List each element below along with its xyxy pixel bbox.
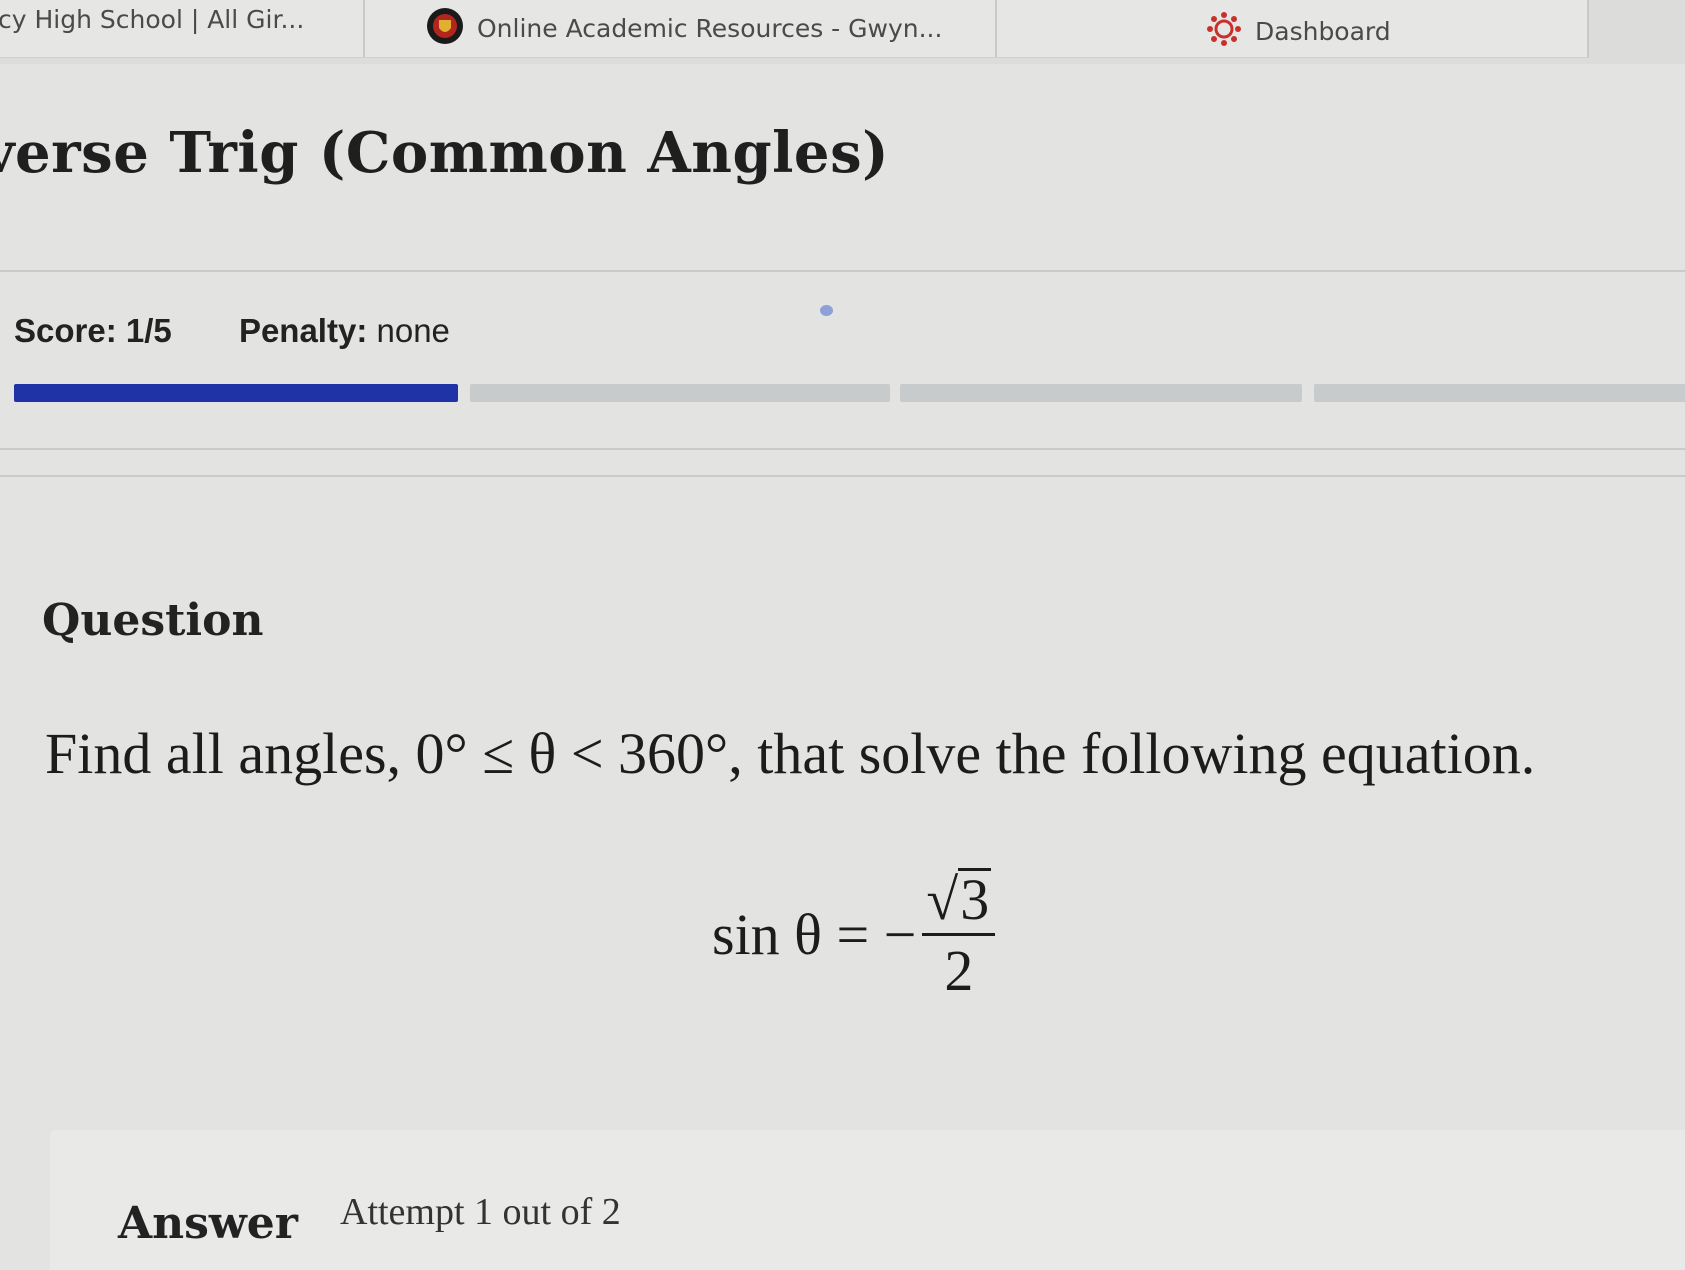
penalty: Penalty: none: [239, 312, 450, 349]
score-value: 1/5: [125, 312, 172, 349]
answer-label: Answer: [118, 1198, 298, 1249]
score-label: Score:: [14, 312, 117, 349]
bookmark-academic-resources[interactable]: Online Academic Resources - Gwyn...: [365, 0, 997, 58]
divider: [0, 270, 1685, 272]
progress-segment[interactable]: [14, 384, 458, 402]
equation-numerator: √ 3: [922, 867, 996, 936]
question-heading: Question: [42, 595, 264, 646]
canvas-icon: [1205, 10, 1243, 54]
bookmark-dashboard[interactable]: Dashboard: [997, 0, 1589, 58]
bookmark-school-label: cy High School | All Gir...: [0, 5, 305, 34]
penalty-value: none: [376, 312, 450, 349]
equation-lhs: sin θ = −: [712, 901, 917, 967]
equation-fraction: √ 3 2: [922, 867, 996, 1003]
bookmark-school[interactable]: cy High School | All Gir...: [0, 0, 365, 58]
question-prompt: Find all angles, 0° ≤ θ < 360°, that sol…: [45, 721, 1536, 786]
radicand: 3: [958, 867, 992, 932]
bookmark-academic-resources-label: Online Academic Resources - Gwyn...: [477, 14, 943, 43]
bookmark-dashboard-label: Dashboard: [1255, 17, 1391, 46]
crest-icon: [425, 6, 465, 52]
score-row: Score: 1/5 Penalty: none: [14, 312, 450, 350]
penalty-label: Penalty:: [238, 312, 368, 349]
attempt-counter: Attempt 1 out of 2: [340, 1191, 621, 1233]
equation: sin θ = − √ 3 2: [712, 867, 996, 1003]
divider: [0, 475, 1685, 477]
bookmarks-bar: cy High School | All Gir... Online Acade…: [0, 0, 1685, 64]
indicator-dot: [820, 305, 833, 316]
divider: [0, 448, 1685, 450]
progress-segment[interactable]: [900, 384, 1302, 402]
page-title: verse Trig (Common Angles): [0, 120, 890, 186]
progress-segment[interactable]: [1314, 384, 1685, 402]
progress-segment[interactable]: [470, 384, 890, 402]
sqrt-icon: √: [926, 867, 959, 932]
equation-denominator: 2: [944, 938, 974, 1003]
